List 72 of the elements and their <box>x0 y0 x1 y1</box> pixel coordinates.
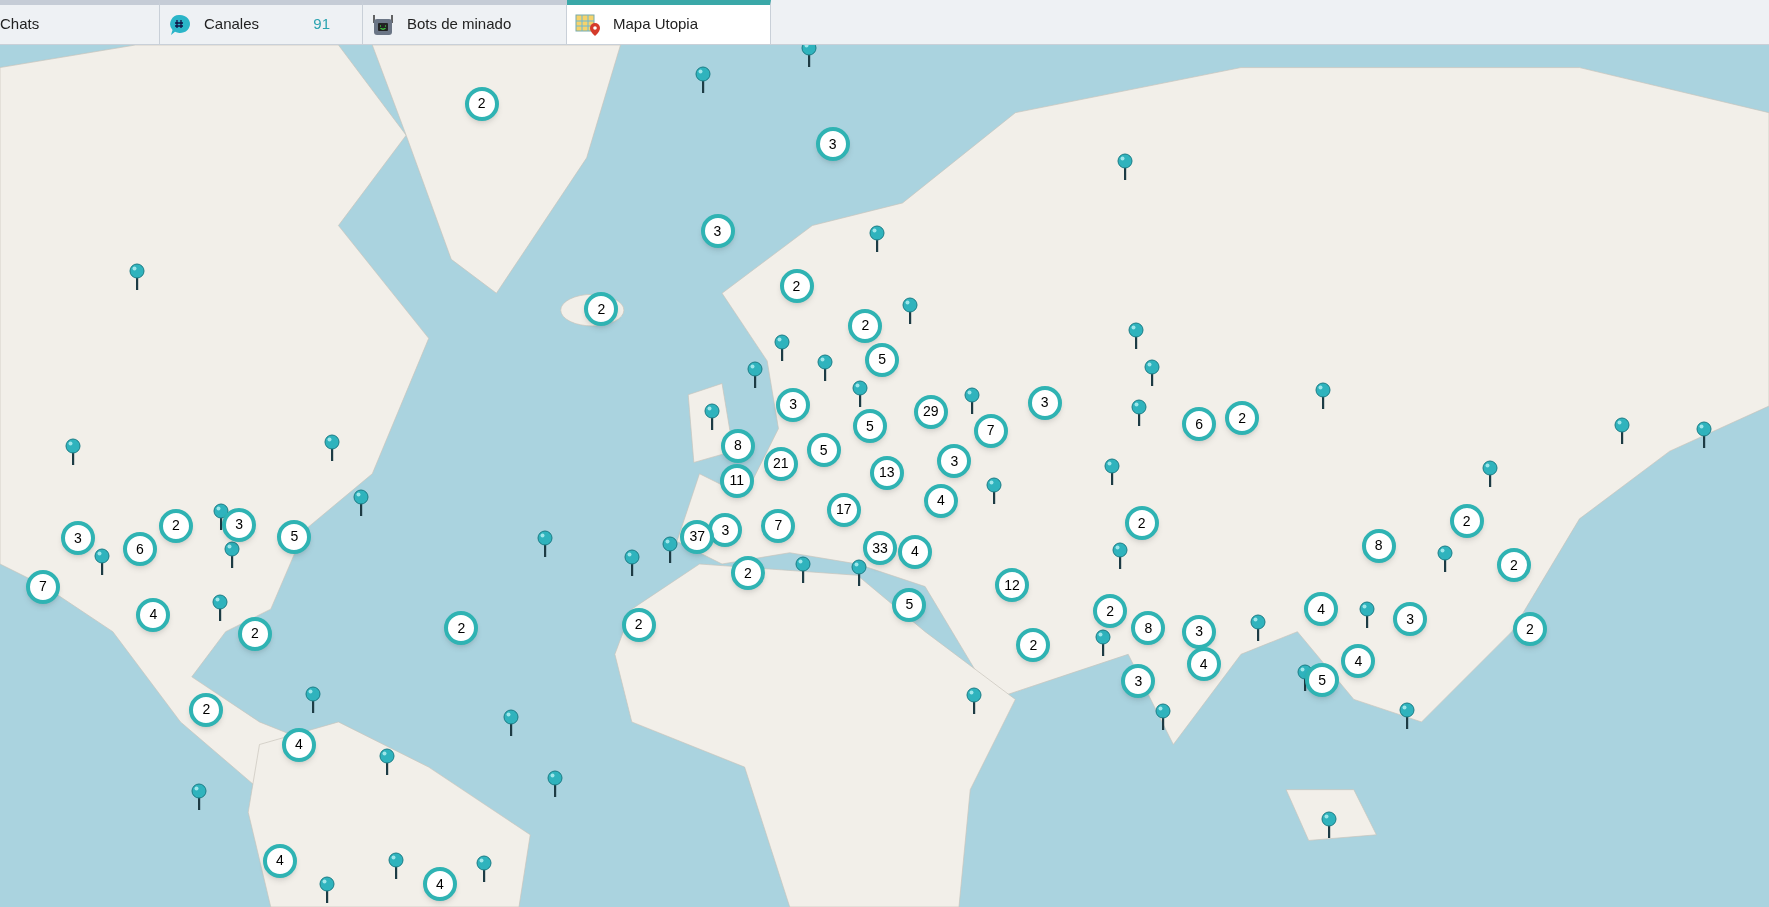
map-pin-icon[interactable] <box>323 434 340 463</box>
map-pin-icon[interactable] <box>547 770 564 799</box>
map-pin-icon[interactable] <box>662 535 679 564</box>
map-pin-icon[interactable] <box>773 333 790 362</box>
map-pin-icon[interactable] <box>1131 399 1148 428</box>
cluster-marker[interactable]: 3 <box>815 127 850 162</box>
map-pin-icon[interactable] <box>224 541 241 570</box>
map-pin-icon[interactable] <box>378 747 395 776</box>
map-pin-icon[interactable] <box>1249 613 1266 642</box>
map-pin-icon[interactable] <box>388 851 404 880</box>
map-pin-icon[interactable] <box>1143 358 1160 387</box>
cluster-marker[interactable]: 8 <box>720 428 755 463</box>
map-pin-icon[interactable] <box>795 556 812 584</box>
map-pin-icon[interactable] <box>850 559 867 588</box>
map-pin-icon[interactable] <box>902 296 919 325</box>
map-icon <box>575 12 601 37</box>
tab[interactable]: Mapa Utopia <box>567 0 771 44</box>
map-pin-icon[interactable] <box>1695 420 1712 449</box>
map-pin-icon[interactable] <box>476 855 492 883</box>
map-pin-icon[interactable] <box>1359 601 1376 630</box>
map-pin-icon[interactable] <box>319 876 336 905</box>
cluster-marker[interactable]: 5 <box>892 587 927 622</box>
map-pin-icon[interactable] <box>353 489 369 518</box>
map-pin-icon[interactable] <box>1112 542 1129 571</box>
tab-label: Chats <box>0 14 40 35</box>
robot-icon <box>371 12 395 37</box>
tab-label: Bots de minado <box>407 14 512 35</box>
cluster-marker[interactable]: 11 <box>719 463 754 498</box>
map-pin-icon[interactable] <box>746 360 763 389</box>
cluster-marker[interactable]: 2 <box>444 611 479 646</box>
map-pin-icon[interactable] <box>536 530 553 559</box>
map-pin-icon[interactable] <box>1614 417 1631 446</box>
map-pin-icon[interactable] <box>851 380 868 408</box>
map-pin-icon[interactable] <box>623 549 640 578</box>
map-pin-icon[interactable] <box>128 262 145 291</box>
tab-label: Mapa Utopia <box>613 14 699 35</box>
map-pin-icon[interactable] <box>1321 811 1337 839</box>
map-pin-icon[interactable] <box>965 686 982 715</box>
cluster-marker[interactable]: 2 <box>237 616 272 651</box>
cluster-marker[interactable]: 5 <box>1305 663 1340 698</box>
map-pin-icon[interactable] <box>190 782 207 811</box>
cluster-marker[interactable]: 3 <box>700 214 735 249</box>
map-pin-icon[interactable] <box>868 225 885 254</box>
map-pin-icon[interactable] <box>65 437 82 466</box>
map-pin-icon[interactable] <box>985 477 1002 505</box>
map-pin-icon[interactable] <box>304 685 321 714</box>
map-pin-icon[interactable] <box>93 548 110 577</box>
tab-label: Canales <box>204 14 260 35</box>
map-pin-icon[interactable] <box>1315 382 1332 411</box>
map-pin-icon[interactable] <box>694 66 711 95</box>
cluster-marker[interactable]: 3 <box>1121 664 1156 699</box>
map-pin-icon[interactable] <box>1104 457 1121 486</box>
map-pin-icon[interactable] <box>800 45 817 69</box>
map-pin-icon[interactable] <box>1482 460 1499 489</box>
map-pin-icon[interactable] <box>1095 629 1112 658</box>
map-pin-icon[interactable] <box>1437 544 1454 573</box>
cluster-marker[interactable]: 2 <box>584 292 619 326</box>
map-pin-icon[interactable] <box>1128 322 1145 351</box>
map-pin-icon[interactable] <box>1116 153 1133 182</box>
map-pin-icon[interactable] <box>964 386 981 415</box>
tab[interactable]: Bots de minado <box>363 0 567 44</box>
map-pin-icon[interactable] <box>703 402 720 431</box>
chat-bubble-icon <box>168 12 192 37</box>
tab[interactable]: Chats <box>0 0 160 44</box>
map-pin-icon[interactable] <box>1398 701 1415 730</box>
unread-count: 91 <box>313 14 330 35</box>
map-pin-icon[interactable] <box>503 709 520 738</box>
map-pin-icon[interactable] <box>1155 702 1172 731</box>
map-pin-icon[interactable] <box>212 594 228 623</box>
map-pin-icon[interactable] <box>816 354 833 383</box>
cluster-marker[interactable]: 2 <box>1512 612 1547 647</box>
tab[interactable]: Canales 91 <box>160 0 363 44</box>
